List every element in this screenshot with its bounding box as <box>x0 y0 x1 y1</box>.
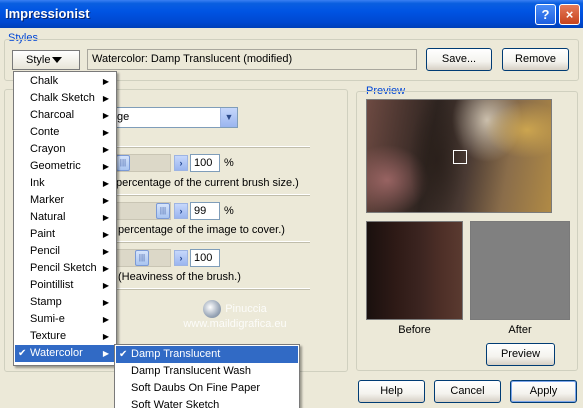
submenu-arrow-icon: ▶ <box>102 77 109 86</box>
submenu-item-soft-daubs-on-fine-paper[interactable]: Soft Daubs On Fine Paper <box>116 380 298 397</box>
submenu-arrow-icon: ▶ <box>102 247 109 256</box>
submenu-arrow-icon: ▶ <box>102 298 109 307</box>
arrow-right-icon[interactable]: › <box>174 250 188 266</box>
menu-item-ink[interactable]: Ink ▶ <box>15 175 115 192</box>
menu-item-pencil[interactable]: Pencil ▶ <box>15 243 115 260</box>
preview-button[interactable]: Preview <box>486 343 555 366</box>
save-button[interactable]: Save... <box>426 48 492 71</box>
submenu-arrow-icon: ▶ <box>102 179 109 188</box>
menu-item-chalk[interactable]: Chalk ▶ <box>15 73 115 90</box>
menu-item-watercolor[interactable]: ✔ Watercolor ▶ <box>15 345 115 362</box>
menu-item-stamp[interactable]: Stamp ▶ <box>15 294 115 311</box>
value-field-2[interactable]: 99 <box>190 202 220 220</box>
close-icon[interactable]: × <box>559 4 580 25</box>
arrow-right-icon[interactable]: › <box>174 203 188 219</box>
slider-thumb-2[interactable]: ||| <box>156 203 170 219</box>
dialog-client: Styles Style Watercolor: Damp Translucen… <box>0 28 583 408</box>
before-label: Before <box>398 324 431 336</box>
description-1: percentage of the current brush size.) <box>116 177 299 189</box>
arrow-right-icon[interactable]: › <box>174 155 188 171</box>
menu-item-pencil-sketch[interactable]: Pencil Sketch ▶ <box>15 260 115 277</box>
combo-value: ge <box>117 111 130 123</box>
unit-label-1: % <box>224 157 234 169</box>
current-style-field: Watercolor: Damp Translucent (modified) <box>87 49 417 70</box>
submenu-arrow-icon: ▶ <box>102 349 109 358</box>
slider-thumb-3[interactable]: ||| <box>135 250 149 266</box>
description-2: percentage of the image to cover.) <box>118 224 285 236</box>
window-title: Impressionist <box>5 6 90 21</box>
zoom-selection-box[interactable] <box>453 150 467 164</box>
submenu-arrow-icon: ▶ <box>102 111 109 120</box>
menu-item-pointillist[interactable]: Pointillist ▶ <box>15 277 115 294</box>
submenu-arrow-icon: ▶ <box>102 196 109 205</box>
submenu-item-soft-water-sketch[interactable]: Soft Water Sketch <box>116 397 298 408</box>
submenu-arrow-icon: ▶ <box>102 332 109 341</box>
watermark-logo-icon <box>203 300 222 318</box>
settings-combo[interactable]: ge ▼ <box>112 107 238 128</box>
chevron-down-icon[interactable]: ▼ <box>220 108 237 127</box>
menu-item-paint[interactable]: Paint ▶ <box>15 226 115 243</box>
checkmark-icon: ✔ <box>18 348 27 359</box>
submenu-arrow-icon: ▶ <box>102 315 109 324</box>
unit-label-2: % <box>224 205 234 217</box>
title-bar: Impressionist ? × <box>0 0 583 28</box>
menu-item-texture[interactable]: Texture ▶ <box>15 328 115 345</box>
submenu-item-damp-translucent[interactable]: ✔ Damp Translucent <box>116 346 298 363</box>
watermark-url: www.maildigrafica.eu <box>183 318 287 330</box>
value-field-1[interactable]: 100 <box>190 154 220 172</box>
separator <box>115 241 310 243</box>
submenu-arrow-icon: ▶ <box>102 162 109 171</box>
help-icon[interactable]: ? <box>535 4 556 25</box>
description-3: (Heaviness of the brush.) <box>118 271 241 283</box>
checkmark-icon: ✔ <box>119 349 128 360</box>
submenu-arrow-icon: ▶ <box>102 145 109 154</box>
separator <box>115 288 310 290</box>
submenu-arrow-icon: ▶ <box>102 264 109 273</box>
submenu-arrow-icon: ▶ <box>102 281 109 290</box>
style-button-label: Style <box>26 54 51 66</box>
before-thumbnail <box>366 221 463 320</box>
submenu-arrow-icon: ▶ <box>102 213 109 222</box>
value-field-3[interactable]: 100 <box>190 249 220 267</box>
style-dropdown-button[interactable]: Style <box>12 50 80 70</box>
help-button[interactable]: Help <box>358 380 425 403</box>
separator <box>115 194 310 196</box>
watercolor-submenu: ✔ Damp Translucent Damp Translucent Wash … <box>114 344 300 408</box>
menu-item-chalk-sketch[interactable]: Chalk Sketch ▶ <box>15 90 115 107</box>
apply-button[interactable]: Apply <box>510 380 577 403</box>
menu-item-natural[interactable]: Natural ▶ <box>15 209 115 226</box>
submenu-arrow-icon: ▶ <box>102 94 109 103</box>
menu-item-charcoal[interactable]: Charcoal ▶ <box>15 107 115 124</box>
submenu-item-damp-translucent-wash[interactable]: Damp Translucent Wash <box>116 363 298 380</box>
watermark: Pinuccia www.maildigrafica.eu <box>115 300 355 330</box>
cancel-button[interactable]: Cancel <box>434 380 501 403</box>
remove-button[interactable]: Remove <box>502 48 569 71</box>
caret-down-icon <box>52 57 63 64</box>
menu-item-crayon[interactable]: Crayon ▶ <box>15 141 115 158</box>
after-label: After <box>508 324 532 336</box>
submenu-arrow-icon: ▶ <box>102 128 109 137</box>
separator <box>115 146 310 148</box>
menu-item-marker[interactable]: Marker ▶ <box>15 192 115 209</box>
submenu-arrow-icon: ▶ <box>102 230 109 239</box>
menu-item-geometric[interactable]: Geometric ▶ <box>15 158 115 175</box>
menu-item-sumi-e[interactable]: Sumi-e ▶ <box>15 311 115 328</box>
after-thumbnail <box>470 221 570 320</box>
style-menu: Chalk ▶ Chalk Sketch ▶ Charcoal ▶ Conte ▶ Cr… <box>13 71 117 366</box>
watermark-name: Pinuccia <box>225 302 267 315</box>
slider-thumb-1[interactable]: ||| <box>116 155 130 171</box>
preview-image[interactable] <box>366 99 552 213</box>
menu-item-conte[interactable]: Conte ▶ <box>15 124 115 141</box>
